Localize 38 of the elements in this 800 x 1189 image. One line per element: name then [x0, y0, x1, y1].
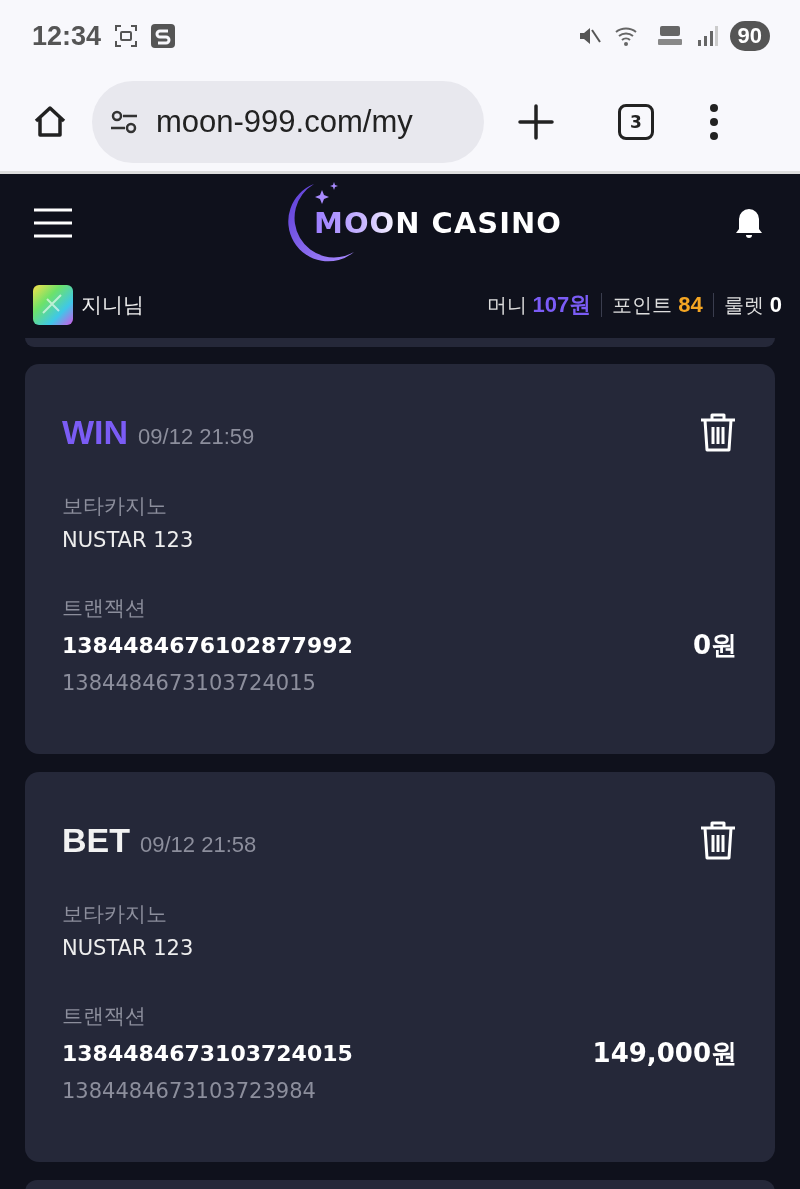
delete-icon[interactable]	[699, 819, 737, 861]
app-icon	[151, 24, 176, 48]
amount: 0원	[692, 629, 737, 662]
game-label: 보타카지노	[62, 493, 168, 520]
transaction-id: 1384484676102877992	[62, 633, 353, 658]
menu-icon[interactable]	[32, 207, 74, 239]
record-type: BET	[62, 820, 130, 860]
new-tab-icon[interactable]	[516, 101, 556, 142]
address-bar[interactable]: moon-999.com/my	[92, 80, 484, 163]
more-icon[interactable]	[708, 101, 720, 142]
screenshot-icon	[113, 23, 140, 49]
battery-level: 90	[729, 21, 770, 51]
record-time: 09/12 21:58	[140, 831, 257, 858]
url-text: moon-999.com/my	[156, 103, 413, 140]
avatar-icon	[33, 285, 73, 325]
reference-id: 1384484673103724015	[62, 671, 317, 695]
record-time: 09/12 21:59	[138, 423, 255, 450]
transaction-label: 트랜잭션	[62, 595, 147, 622]
tab-count-button[interactable]: 3	[618, 103, 654, 140]
status-time: 12:34	[32, 20, 102, 52]
delete-icon[interactable]	[699, 411, 737, 453]
stat-value: 107원	[532, 291, 592, 319]
stat-label: 룰렛	[723, 291, 764, 319]
transaction-id: 1384484673103724015	[62, 1041, 353, 1066]
stat-label: 머니	[486, 291, 527, 319]
stat-value: 0	[769, 292, 782, 318]
stat-value: 84	[678, 292, 703, 318]
transaction-label: 트랜잭션	[62, 1003, 147, 1030]
bell-icon[interactable]	[734, 207, 764, 239]
game-label: 보타카지노	[62, 901, 168, 928]
user-name: 지니님	[81, 292, 144, 319]
amount: 149,000원	[592, 1037, 737, 1070]
reference-id: 1384484673103723984	[62, 1079, 317, 1103]
stat-label: 포인트	[612, 291, 673, 319]
record-type: WIN	[62, 412, 129, 452]
signal-icon	[695, 24, 718, 48]
game-name: NUSTAR 123	[62, 528, 195, 552]
game-name: NUSTAR 123	[62, 936, 195, 960]
